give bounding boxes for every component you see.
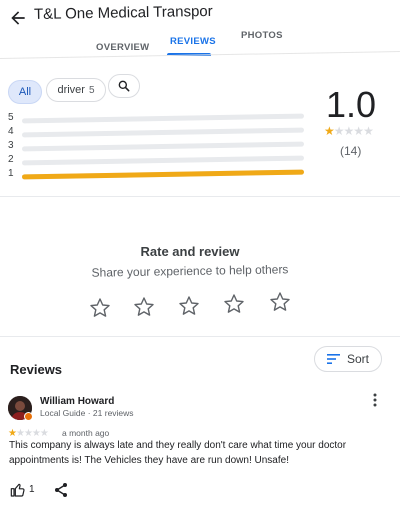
more-options-icon[interactable]	[368, 392, 382, 408]
tab-bar: OVERVIEW REVIEWS PHOTOS	[0, 24, 400, 64]
sort-label: Sort	[346, 352, 369, 366]
star-empty-icon: ★	[343, 124, 355, 138]
histogram-row-5: 5	[8, 112, 308, 126]
rate-review-subtitle: Share your experience to help others	[91, 262, 289, 280]
histogram-bar-fill	[21, 169, 305, 180]
reviewer-name[interactable]: William Howard	[40, 396, 114, 407]
review-count: (14)	[340, 144, 362, 158]
star-filled-icon: ★	[324, 124, 335, 138]
histogram-row-label: 3	[8, 140, 14, 151]
rate-star-2-icon[interactable]	[132, 295, 156, 319]
average-rating-stars: ★★★★★	[324, 124, 374, 138]
filter-chip-driver-label: driver	[57, 84, 85, 96]
histogram-row-3: 3	[8, 140, 308, 154]
histogram-row-label: 4	[8, 126, 14, 137]
star-empty-icon: ★	[363, 124, 374, 138]
histogram-row-4: 4	[8, 126, 308, 140]
filter-chip-driver-count: 5	[88, 84, 95, 96]
tab-overview[interactable]: OVERVIEW	[96, 42, 149, 53]
local-guide-badge-icon	[24, 412, 33, 421]
average-rating: 1.0	[326, 84, 377, 125]
histogram-row-2: 2	[8, 154, 308, 168]
star-empty-icon: ★	[353, 124, 364, 138]
filter-chip-driver[interactable]: driver 5	[46, 78, 106, 102]
star-empty-icon: ★	[333, 124, 345, 138]
histogram-bar-track	[21, 127, 305, 138]
histogram-bar-track	[21, 155, 305, 166]
review-text: This company is always late and they rea…	[9, 440, 347, 466]
share-icon[interactable]	[54, 482, 68, 498]
filter-chip-all[interactable]: All	[8, 80, 42, 104]
histogram-bar-track	[21, 141, 305, 152]
thumbs-up-icon[interactable]	[10, 482, 26, 498]
reviewer-meta: Local Guide · 21 reviews	[40, 408, 134, 418]
tab-photos[interactable]: PHOTOS	[241, 30, 283, 41]
histogram-bar-track	[21, 113, 305, 124]
search-icon	[118, 80, 130, 92]
rate-star-picker	[88, 290, 308, 320]
histogram-row-label: 1	[8, 168, 14, 179]
filter-chip-all-label: All	[18, 86, 32, 98]
rate-star-5-icon[interactable]	[268, 290, 292, 314]
page-title: T&L One Medical Transpor	[33, 2, 213, 23]
section-divider	[0, 196, 400, 197]
histogram-row-1: 1	[8, 168, 308, 182]
tab-reviews[interactable]: REVIEWS	[170, 36, 216, 47]
sort-button[interactable]: Sort	[314, 346, 382, 372]
review-time: a month ago	[62, 428, 110, 438]
rate-star-4-icon[interactable]	[222, 292, 246, 316]
reviews-heading: Reviews	[10, 362, 63, 377]
rate-review-title: Rate and review	[140, 244, 240, 259]
sort-icon	[326, 354, 340, 364]
histogram-row-label: 2	[8, 154, 14, 165]
section-divider	[0, 336, 400, 337]
search-reviews-button[interactable]	[108, 74, 140, 98]
histogram-bar-track	[21, 169, 305, 180]
rate-star-3-icon[interactable]	[177, 294, 201, 318]
histogram-row-label: 5	[8, 112, 14, 123]
rate-star-1-icon[interactable]	[88, 296, 112, 320]
like-count: 1	[29, 484, 35, 495]
